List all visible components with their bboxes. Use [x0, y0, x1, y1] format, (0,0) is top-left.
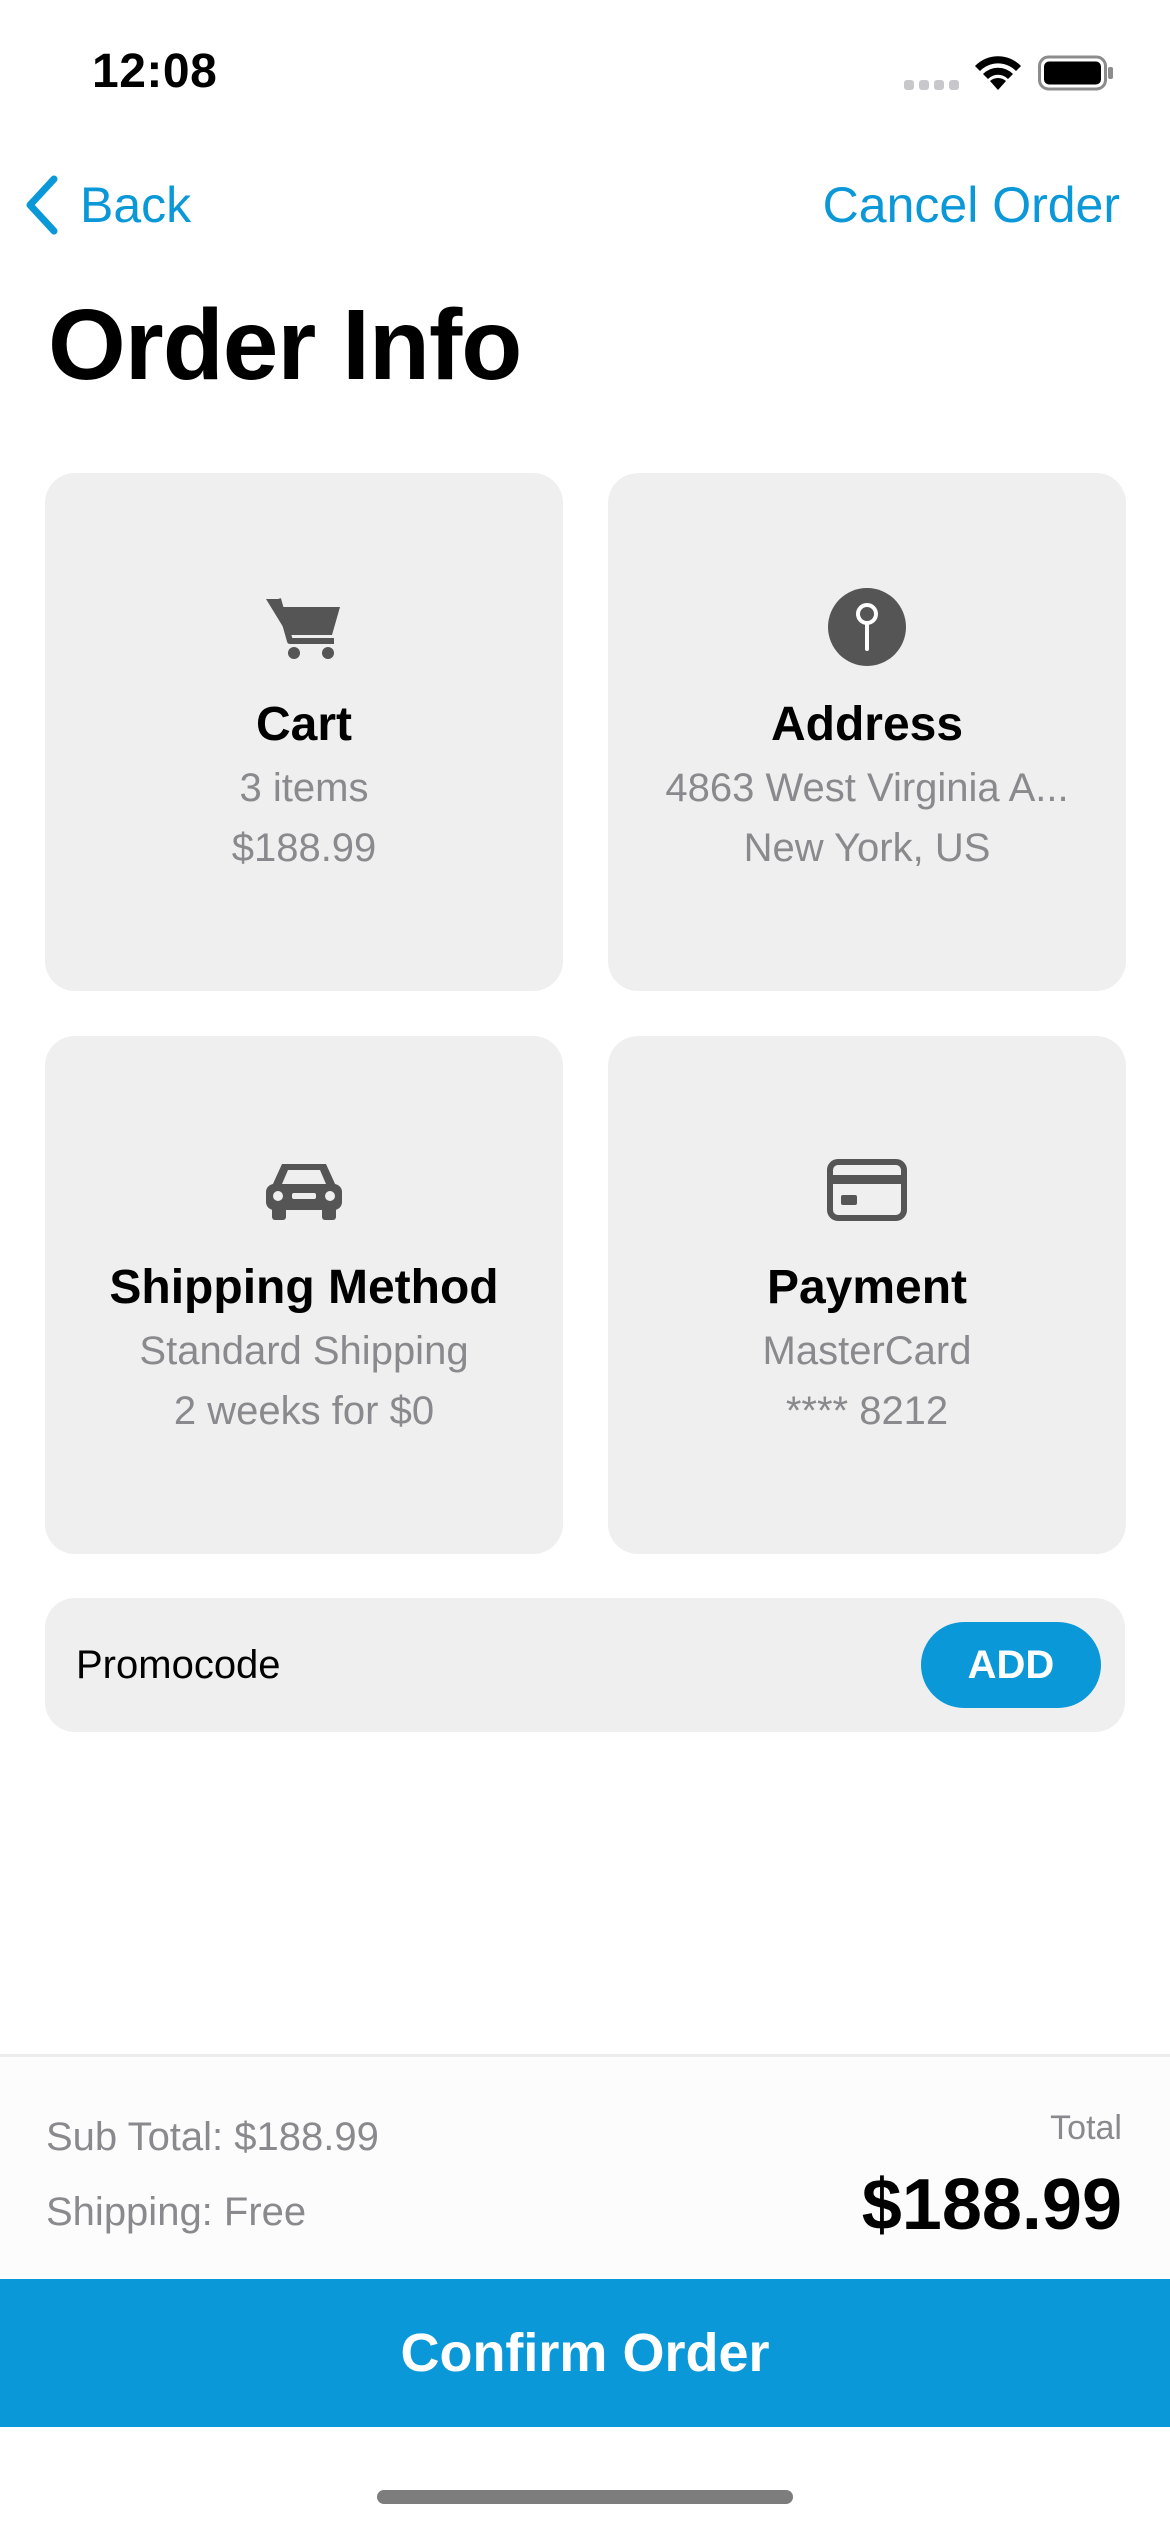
status-time: 12:08	[92, 45, 218, 98]
car-icon	[45, 1148, 563, 1232]
back-label: Back	[80, 177, 192, 233]
shipping-cost-text: Shipping: Free	[46, 2190, 307, 2234]
battery-icon	[1038, 55, 1114, 91]
address-card[interactable]: Address 4863 West Virginia A... New York…	[608, 473, 1126, 991]
payment-card-number: **** 8212	[785, 1389, 949, 1433]
promocode-label: Promocode	[76, 1643, 281, 1687]
cart-card[interactable]: Cart 3 items $188.99	[45, 473, 563, 991]
back-button[interactable]: Back	[24, 170, 191, 240]
address-street: 4863 West Virginia A...	[665, 766, 1069, 810]
page-title: Order Info	[48, 289, 522, 401]
promocode-row[interactable]: Promocode ADD	[45, 1598, 1125, 1732]
shipping-method-title: Shipping Method	[109, 1261, 499, 1314]
payment-card-type: MasterCard	[762, 1329, 972, 1373]
address-city: New York, US	[743, 826, 991, 870]
add-promocode-button[interactable]: ADD	[921, 1622, 1101, 1708]
cancel-order-button[interactable]: Cancel Order	[823, 170, 1120, 240]
pin-icon	[608, 585, 1126, 669]
shipping-method-name: Standard Shipping	[139, 1329, 469, 1373]
confirm-order-button[interactable]: Confirm Order	[0, 2279, 1170, 2427]
total-label: Total	[1050, 2109, 1122, 2147]
payment-card[interactable]: Payment MasterCard **** 8212	[608, 1036, 1126, 1554]
cart-amount: $188.99	[231, 826, 377, 870]
cart-icon	[45, 585, 563, 669]
payment-title: Payment	[766, 1261, 968, 1314]
address-title: Address	[770, 698, 964, 751]
home-indicator[interactable]	[377, 2490, 793, 2504]
cart-items-count: 3 items	[239, 766, 369, 810]
subtotal-text: Sub Total: $188.99	[46, 2115, 379, 2159]
credit-card-icon	[608, 1148, 1126, 1232]
wifi-icon	[970, 50, 1026, 92]
cart-title: Cart	[255, 698, 353, 751]
cellular-signal-icon	[904, 80, 960, 90]
chevron-left-icon	[26, 175, 58, 235]
shipping-method-detail: 2 weeks for $0	[173, 1389, 435, 1433]
total-value: $188.99	[861, 2165, 1122, 2245]
shipping-method-card[interactable]: Shipping Method Standard Shipping 2 week…	[45, 1036, 563, 1554]
